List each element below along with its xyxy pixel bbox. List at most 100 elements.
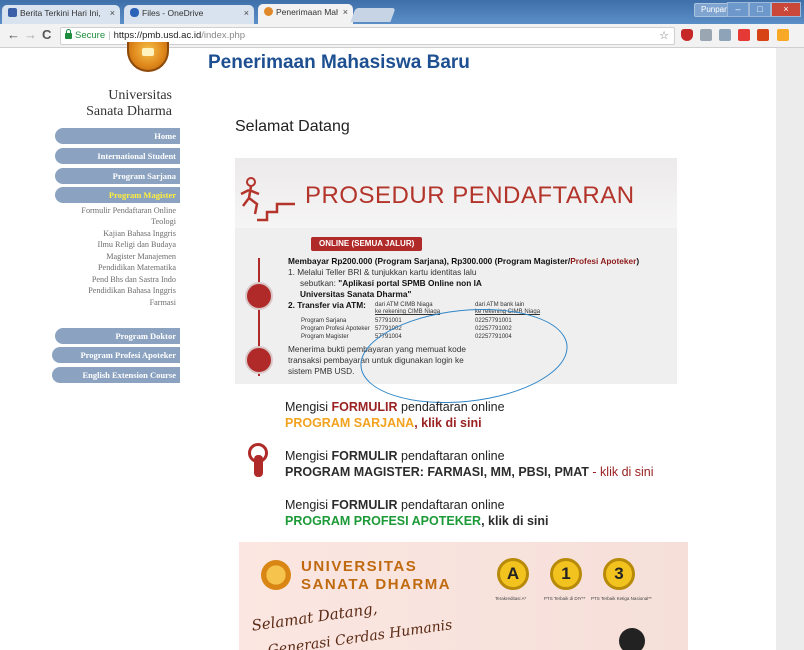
banner-name-line2: SANATA DHARMA xyxy=(301,576,452,593)
formulir-suffix: pendaftaran online xyxy=(397,449,505,463)
formulir-profesi-link[interactable]: PROGRAM PROFESI APOTEKER, klik di sini xyxy=(285,514,548,528)
rank-1-medal-icon: 1 xyxy=(550,558,582,590)
close-tab-icon[interactable]: × xyxy=(110,8,115,18)
maximize-button[interactable]: □ xyxy=(749,2,771,17)
program-sarjana-label[interactable]: PROGRAM SARJANA xyxy=(285,416,414,430)
bookmark-star-icon[interactable]: ☆ xyxy=(659,28,669,44)
sidebar-item-english[interactable]: English Extension Course xyxy=(52,367,180,383)
pointing-hand-icon xyxy=(248,443,270,481)
step1-line1: 1. Melalui Teller BRI & tunjukkan kartu … xyxy=(288,267,477,277)
close-tab-icon[interactable]: × xyxy=(343,7,348,17)
sidebar-item-doktor[interactable]: Program Doktor xyxy=(55,328,180,344)
sidebar-subitem-formulir[interactable]: Formulir Pendaftaran Online xyxy=(0,205,176,216)
accreditation-medal-icon: A xyxy=(497,558,529,590)
cash-icon xyxy=(245,282,273,310)
sidebar-item-international[interactable]: International Student xyxy=(55,148,180,164)
atm-row-a: 57791001 xyxy=(375,318,402,324)
sidebar-subitem-ilmu-religi[interactable]: Ilmu Religi dan Budaya xyxy=(0,239,176,250)
ublock-extension-icon[interactable] xyxy=(681,29,693,41)
sidebar-item-home[interactable]: Home xyxy=(55,128,180,144)
back-button[interactable]: ← xyxy=(7,28,20,42)
formulir-prefix: Mengisi xyxy=(285,449,332,463)
atm-row-prog: Program Magister xyxy=(301,334,349,340)
web-page: Universitas Sanata Dharma Home Internati… xyxy=(0,42,804,650)
tab-onedrive[interactable]: Files - OneDrive × xyxy=(124,5,254,24)
formulir-sarjana-line1: Mengisi FORMULIR pendaftaran online xyxy=(285,400,505,414)
sidebar-subitem-teologi[interactable]: Teologi xyxy=(0,216,176,227)
atm-row-prog: Program Sarjana xyxy=(301,318,347,324)
page-margin xyxy=(776,48,804,650)
forward-button[interactable]: → xyxy=(24,28,37,42)
extension-icon[interactable] xyxy=(757,29,769,41)
receipt-line3: sistem PMB USD. xyxy=(288,366,355,376)
klik-link[interactable]: , klik di sini xyxy=(481,514,548,528)
extension-icon[interactable] xyxy=(777,29,789,41)
program-magister-label[interactable]: PROGRAM MAGISTER: FARMASI, MM, PBSI, PMA… xyxy=(285,465,589,479)
klik-link[interactable]: , klik di sini xyxy=(414,416,481,430)
banner-name-line1: UNIVERSITAS xyxy=(301,558,418,575)
minimize-button[interactable]: – xyxy=(727,2,749,17)
formulir-sarjana-link[interactable]: PROGRAM SARJANA, klik di sini xyxy=(285,416,482,430)
program-profesi-label[interactable]: PROGRAM PROFESI APOTEKER xyxy=(285,514,481,528)
step1-say: sebutkan: xyxy=(300,278,339,288)
step1-university: Universitas Sanata Dharma" xyxy=(300,289,412,299)
sidebar-subitem-bhs-inggris[interactable]: Pendidikan Bahasa Inggris xyxy=(0,285,176,296)
page-content: Universitas Sanata Dharma Home Internati… xyxy=(0,42,776,650)
step2-label: 2. Transfer via ATM: xyxy=(288,300,366,310)
formulir-prefix: Mengisi xyxy=(285,498,332,512)
payment-amounts: Membayar Rp200.000 (Program Sarjana), Rp… xyxy=(288,256,571,266)
lock-icon xyxy=(65,29,72,39)
rank-3-medal-icon: 3 xyxy=(603,558,635,590)
klik-link[interactable]: - klik di sini xyxy=(589,465,653,479)
university-name-line1: Universitas xyxy=(108,88,172,103)
hand-finger xyxy=(254,455,263,477)
medal-caption: Terakreditasi A* xyxy=(495,596,527,601)
reload-button[interactable]: C xyxy=(42,28,51,42)
formulir-magister-link[interactable]: PROGRAM MAGISTER: FARMASI, MM, PBSI, PMA… xyxy=(285,465,654,479)
formulir-prefix: Mengisi xyxy=(285,400,332,414)
browser-tab-strip: Berita Terkini Hari Ini, Ka × Files - On… xyxy=(0,0,804,24)
tab-penerimaan[interactable]: Penerimaan Mahasiswa × xyxy=(258,4,353,24)
extension-icon[interactable] xyxy=(719,29,731,41)
url-path: /index.php xyxy=(201,30,246,41)
onedrive-cloud-icon xyxy=(130,8,139,17)
extension-icon[interactable] xyxy=(700,29,712,41)
sidebar-item-profesi[interactable]: Program Profesi Apoteker xyxy=(52,347,180,363)
university-logo xyxy=(127,42,169,72)
step1-portal: "Aplikasi portal SPMB Online non IA xyxy=(338,278,482,288)
news-favicon-icon xyxy=(8,8,17,17)
prosedur-title: PROSEDUR PENDAFTARAN xyxy=(305,182,635,209)
formulir-word: FORMULIR xyxy=(331,449,398,463)
url-host: https://pmb.usd.ac.id xyxy=(113,30,202,41)
payment-profesi: Profesi Apoteker xyxy=(570,256,637,266)
close-window-button[interactable]: × xyxy=(771,2,801,17)
step1-line2: sebutkan: "Aplikasi portal SPMB Online n… xyxy=(300,278,482,288)
sidebar-item-sarjana[interactable]: Program Sarjana xyxy=(55,168,180,184)
tab-berita[interactable]: Berita Terkini Hari Ini, Ka × xyxy=(2,5,120,24)
close-tab-icon[interactable]: × xyxy=(244,8,249,18)
sidebar-subitem-matematika[interactable]: Pendidikan Matematika xyxy=(0,262,176,273)
formulir-word: FORMULIR xyxy=(331,498,398,512)
formulir-magister-line1: Mengisi FORMULIR pendaftaran online xyxy=(285,449,505,463)
sidebar-subitem-kajian[interactable]: Kajian Bahasa Inggris xyxy=(0,228,176,239)
welcome-banner: UNIVERSITAS SANATA DHARMA A Terakreditas… xyxy=(239,542,688,650)
payment-close: ) xyxy=(636,256,640,266)
browser-toolbar: ← → C Secure | https://pmb.usd.ac.id/index… xyxy=(0,24,804,48)
atm-row-prog: Program Profesi Apoteker xyxy=(301,326,370,332)
sidebar-item-magister[interactable]: Program Magister xyxy=(55,187,180,203)
formulir-word: FORMULIR xyxy=(331,400,398,414)
medal-caption: PTS Terbaik di DIY** xyxy=(544,596,586,601)
sidebar-subitem-manajemen[interactable]: Magister Manajemen xyxy=(0,251,176,262)
university-logo xyxy=(261,560,291,590)
formulir-profesi-line1: Mengisi FORMULIR pendaftaran online xyxy=(285,498,505,512)
tab-label: Files - OneDrive xyxy=(142,8,204,18)
tab-label: Berita Terkini Hari Ini, Ka xyxy=(20,8,100,18)
formulir-suffix: pendaftaran online xyxy=(397,400,505,414)
receipt-icon xyxy=(245,346,273,374)
extension-icon[interactable] xyxy=(738,29,750,41)
window-controls: – □ × xyxy=(727,2,801,17)
online-badge: ONLINE (SEMUA JALUR) xyxy=(311,237,423,251)
new-tab-button[interactable] xyxy=(350,8,396,22)
sidebar-subitem-bhs-indo[interactable]: Pend Bhs dan Sastra Indo xyxy=(0,274,176,285)
sidebar-subitem-farmasi[interactable]: Farmasi xyxy=(0,297,176,308)
